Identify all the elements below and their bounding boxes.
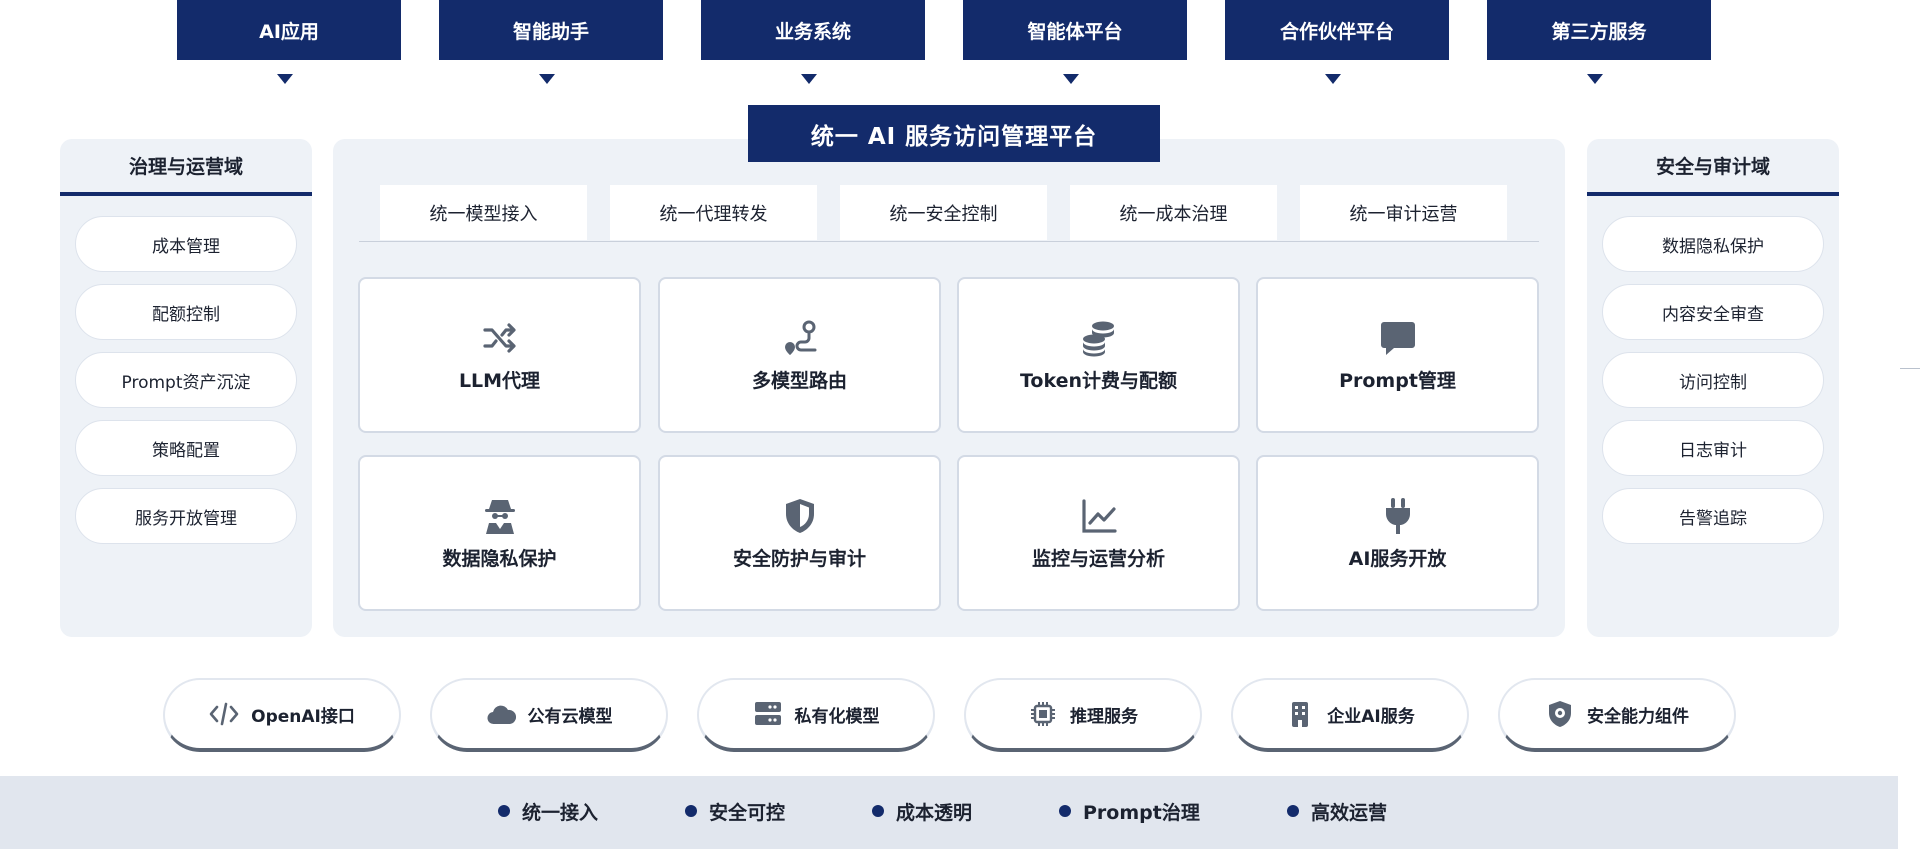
- capability-card-llm-proxy: LLM代理: [358, 277, 641, 433]
- governance-title: 治理与运营域: [60, 139, 312, 196]
- security-item: 告警追踪: [1602, 488, 1824, 544]
- security-item: 访问控制: [1602, 352, 1824, 408]
- edge-divider: [1900, 368, 1920, 369]
- shield-icon: [785, 498, 814, 533]
- user-secret-icon: [484, 499, 515, 534]
- line-chart-icon: [1081, 498, 1117, 533]
- arrow-down-icon: [539, 74, 555, 84]
- capability-label: Token计费与配额: [1019, 369, 1178, 392]
- consumer-assistant: 智能助手: [439, 0, 663, 60]
- arrow-down-icon: [801, 74, 817, 84]
- capability-label: Prompt管理: [1339, 369, 1456, 392]
- arrow-down-icon: [277, 74, 293, 84]
- capability-card-security: 安全防护与审计: [658, 455, 941, 611]
- provider-label: OpenAI接口: [251, 706, 355, 727]
- capability-label: LLM代理: [458, 369, 541, 392]
- platform-tab: 统一审计运营: [1300, 185, 1507, 240]
- plug-icon: [1385, 497, 1410, 534]
- feature-item: 高效运营: [1287, 796, 1387, 826]
- provider-enterprise-ai: 企业AI服务: [1231, 678, 1469, 752]
- platform-title: 统一 AI 服务访问管理平台: [748, 105, 1160, 162]
- platform-tab: 统一代理转发: [610, 185, 817, 240]
- platform-tab: 统一模型接入: [380, 185, 587, 240]
- capability-label: AI服务开放: [1348, 547, 1447, 570]
- feature-label: 成本透明: [896, 801, 973, 824]
- building-icon: [1292, 702, 1309, 727]
- consumer-business-system: 业务系统: [701, 0, 925, 60]
- feature-item: 统一接入: [498, 796, 598, 826]
- route-icon: [784, 320, 816, 355]
- capability-card-open-service: AI服务开放: [1256, 455, 1539, 611]
- capability-label: 监控与运营分析: [1031, 547, 1165, 570]
- feature-item: 安全可控: [685, 796, 785, 826]
- capability-card-privacy: 数据隐私保护: [358, 455, 641, 611]
- governance-item: 服务开放管理: [75, 488, 297, 544]
- consumer-third-party: 第三方服务: [1487, 0, 1711, 60]
- security-title: 安全与审计域: [1587, 139, 1839, 196]
- capability-card-token-billing: Token计费与配额: [957, 277, 1240, 433]
- feature-item: 成本透明: [872, 796, 972, 826]
- security-item: 内容安全审查: [1602, 284, 1824, 340]
- governance-item: Prompt资产沉淀: [75, 352, 297, 408]
- governance-item: 成本管理: [75, 216, 297, 272]
- provider-private-model: 私有化模型: [697, 678, 935, 752]
- provider-label: 企业AI服务: [1327, 706, 1415, 727]
- security-item: 日志审计: [1602, 420, 1824, 476]
- chat-bubble-icon: [1380, 321, 1415, 355]
- governance-panel: 治理与运营域 成本管理 配额控制 Prompt资产沉淀 策略配置 服务开放管理: [60, 139, 312, 637]
- bullet-dot-icon: [1287, 805, 1299, 817]
- bullet-dot-icon: [685, 805, 697, 817]
- provider-label: 私有化模型: [794, 706, 880, 727]
- shuffle-icon: [482, 322, 516, 353]
- consumer-partner-platform: 合作伙伴平台: [1225, 0, 1449, 60]
- shield-gear-icon: [1549, 701, 1571, 727]
- bullet-dot-icon: [1059, 805, 1071, 817]
- feature-label: Prompt治理: [1083, 801, 1200, 824]
- provider-security-components: 安全能力组件: [1498, 678, 1736, 752]
- arrow-down-icon: [1325, 74, 1341, 84]
- coins-icon: [1082, 321, 1114, 356]
- feature-label: 高效运营: [1311, 801, 1388, 824]
- provider-openai-api: OpenAI接口: [163, 678, 401, 752]
- feature-label: 统一接入: [522, 801, 599, 824]
- capability-label: 数据隐私保护: [442, 547, 557, 570]
- provider-inference: 推理服务: [964, 678, 1202, 752]
- cloud-icon: [487, 705, 516, 725]
- server-icon: [754, 702, 781, 725]
- capability-card-prompt: Prompt管理: [1256, 277, 1539, 433]
- provider-label: 公有云模型: [527, 706, 613, 727]
- bullet-dot-icon: [498, 805, 510, 817]
- security-panel: 安全与审计域 数据隐私保护 内容安全审查 访问控制 日志审计 告警追踪: [1587, 139, 1839, 637]
- feature-item: Prompt治理: [1059, 796, 1200, 826]
- capability-card-routing: 多模型路由: [658, 277, 941, 433]
- provider-public-cloud: 公有云模型: [430, 678, 668, 752]
- chip-icon: [1031, 702, 1055, 726]
- platform-tab: 统一安全控制: [840, 185, 1047, 240]
- capability-card-monitoring: 监控与运营分析: [957, 455, 1240, 611]
- capability-label: 安全防护与审计: [732, 547, 866, 570]
- divider: [359, 241, 1539, 242]
- platform-tab: 统一成本治理: [1070, 185, 1277, 240]
- consumer-ai-app: AI应用: [177, 0, 401, 60]
- code-icon: [209, 702, 239, 726]
- provider-label: 推理服务: [1070, 706, 1138, 727]
- consumer-agent-platform: 智能体平台: [963, 0, 1187, 60]
- governance-item: 策略配置: [75, 420, 297, 476]
- security-item: 数据隐私保护: [1602, 216, 1824, 272]
- governance-item: 配额控制: [75, 284, 297, 340]
- capability-label: 多模型路由: [751, 369, 847, 392]
- feature-label: 安全可控: [709, 801, 786, 824]
- arrow-down-icon: [1063, 74, 1079, 84]
- arrow-down-icon: [1587, 74, 1603, 84]
- provider-label: 安全能力组件: [1587, 706, 1689, 727]
- bullet-dot-icon: [872, 805, 884, 817]
